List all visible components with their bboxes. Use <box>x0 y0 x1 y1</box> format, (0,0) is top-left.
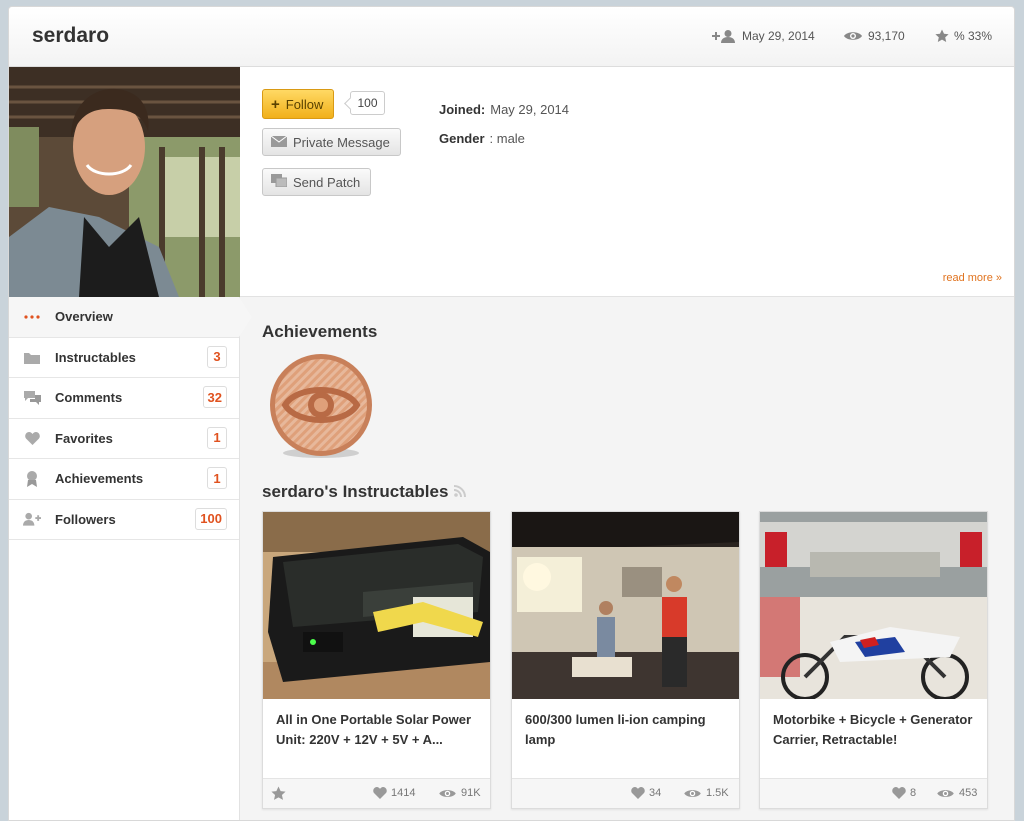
likes-stat: 1414 <box>373 787 415 799</box>
instructable-thumbnail[interactable] <box>512 512 739 699</box>
views-stat: 1.5K <box>683 787 729 799</box>
heart-icon <box>23 430 41 446</box>
instructable-title[interactable]: 600/300 lumen li-ion camping lamp <box>525 710 730 750</box>
views-count: 1.5K <box>706 787 729 799</box>
likes-count: 8 <box>910 787 917 799</box>
views-stat: 93,170 <box>843 29 905 43</box>
instructables-heading: serdaro's Instructables <box>262 482 467 502</box>
instructable-card[interactable]: Motorbike + Bicycle + Generator Carrier,… <box>759 511 988 809</box>
sidebar-item-comments[interactable]: Comments 32 <box>9 378 239 419</box>
comments-icon <box>23 390 41 406</box>
rating-stat: % 33% <box>935 29 992 43</box>
joined-label: Joined: <box>439 102 486 117</box>
follow-button[interactable]: + Follow <box>262 89 335 119</box>
views-count: 453 <box>959 787 978 799</box>
card-footer: 34 1.5K <box>512 778 739 808</box>
profile-page: serdaro May 29, 2014 93,170 % 33% + Foll… <box>8 6 1015 821</box>
star-icon <box>935 29 949 43</box>
send-patch-label: Send Patch <box>293 174 361 190</box>
views-count: 93,170 <box>868 29 905 43</box>
username: serdaro <box>32 24 110 47</box>
follow-count: 100 <box>350 91 385 115</box>
likes-stat: 34 <box>631 787 661 799</box>
gender-label: Gender <box>439 131 485 146</box>
heart-icon <box>373 787 387 799</box>
card-footer: 1414 91K <box>263 778 490 808</box>
main-content: Achievements serdaro's Instructables All… <box>240 297 1014 820</box>
instructable-card[interactable]: All in One Portable Solar Power Unit: 22… <box>262 511 491 809</box>
sidebar-item-label: Favorites <box>55 430 113 446</box>
joined-date: May 29, 2014 <box>742 29 815 43</box>
gender-value: : male <box>489 131 525 146</box>
instructable-thumbnail[interactable] <box>263 512 490 699</box>
joined-stat: May 29, 2014 <box>711 29 815 43</box>
eye-icon <box>843 30 863 42</box>
eye-icon <box>937 789 954 797</box>
instructable-card[interactable]: 600/300 lumen li-ion camping lamp 34 1.5… <box>511 511 740 809</box>
favorite-star-icon[interactable] <box>271 786 286 804</box>
sidebar-item-favorites[interactable]: Favorites 1 <box>9 419 239 459</box>
folder-icon <box>23 349 41 365</box>
instructable-title[interactable]: Motorbike + Bicycle + Generator Carrier,… <box>773 710 978 750</box>
follow-label: Follow <box>285 96 324 112</box>
joined-info: Joined: May 29, 2014 <box>439 102 569 117</box>
eye-icon <box>684 789 701 797</box>
dots-icon <box>23 309 41 325</box>
patch-icon <box>271 174 288 190</box>
read-more-link[interactable]: read more » <box>943 272 1002 284</box>
sidebar-item-label: Overview <box>55 309 113 325</box>
profile-summary: + Follow 100 Private Message Send Patch … <box>9 67 1014 297</box>
rss-icon[interactable] <box>454 482 467 502</box>
sidebar-item-achievements[interactable]: Achievements 1 <box>9 459 239 500</box>
achievements-heading: Achievements <box>262 322 378 341</box>
card-footer: 8 453 <box>760 778 987 808</box>
comments-count-badge: 32 <box>202 386 227 408</box>
sidebar-item-overview[interactable]: Overview <box>9 297 252 338</box>
sidebar-item-label: Achievements <box>55 471 144 487</box>
profile-header: serdaro May 29, 2014 93,170 % 33% <box>9 7 1014 67</box>
heart-icon <box>892 787 906 799</box>
sidebar-item-instructables[interactable]: Instructables 3 <box>9 338 239 378</box>
ribbon-icon <box>23 470 41 487</box>
favorites-count-badge: 1 <box>207 426 227 449</box>
achievement-medal[interactable] <box>267 353 375 461</box>
views-count: 91K <box>461 787 481 799</box>
followers-count-badge: 100 <box>195 507 227 530</box>
joined-value: May 29, 2014 <box>490 102 570 117</box>
plus-icon: + <box>271 95 280 113</box>
views-stat: 453 <box>936 787 977 799</box>
sidebar-item-label: Followers <box>55 511 116 527</box>
instructable-title[interactable]: All in One Portable Solar Power Unit: 22… <box>276 710 481 750</box>
rating-value: % 33% <box>954 29 993 43</box>
likes-stat: 8 <box>892 787 916 799</box>
followers-icon <box>23 511 41 527</box>
instructables-count-badge: 3 <box>207 345 227 368</box>
achievements-count-badge: 1 <box>207 467 227 489</box>
likes-count: 1414 <box>391 787 416 799</box>
heart-icon <box>631 787 645 799</box>
add-user-icon <box>711 29 737 43</box>
sidebar-item-label: Instructables <box>55 349 136 365</box>
likes-count: 34 <box>649 787 662 799</box>
profile-photo <box>9 67 240 297</box>
gender-info: Gender : male <box>439 131 525 146</box>
sidebar-item-followers[interactable]: Followers 100 <box>9 500 239 540</box>
eye-medal-icon <box>270 354 372 458</box>
views-stat: 91K <box>438 787 481 799</box>
instructable-thumbnail[interactable] <box>760 512 987 699</box>
private-message-label: Private Message <box>293 134 390 150</box>
sidebar-item-label: Comments <box>55 390 123 406</box>
instructables-heading-text: serdaro's Instructables <box>262 482 449 501</box>
profile-sidebar: Overview Instructables 3 Comments 32 Fav… <box>9 297 252 820</box>
envelope-icon <box>270 135 288 150</box>
send-patch-button[interactable]: Send Patch <box>262 168 372 196</box>
private-message-button[interactable]: Private Message <box>262 128 401 156</box>
eye-icon <box>439 789 456 797</box>
